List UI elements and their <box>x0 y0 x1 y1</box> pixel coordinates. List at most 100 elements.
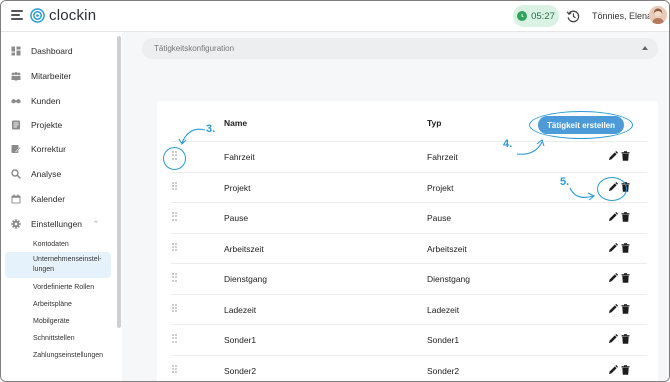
drag-handle-icon[interactable] <box>172 151 177 160</box>
sidebar: Dashboard Mitarbeiter Kunden Projekte Ko… <box>1 32 116 381</box>
sidebar-item-mitarbeiter[interactable]: Mitarbeiter <box>1 65 116 87</box>
table-row[interactable]: Pause Pause <box>171 202 647 232</box>
sub-item-arbeitsplaene[interactable]: Arbeitspläne <box>5 297 111 313</box>
trash-icon[interactable] <box>621 364 630 375</box>
correction-icon <box>11 145 21 153</box>
menu-toggle-icon[interactable] <box>11 10 23 22</box>
trash-icon[interactable] <box>621 151 630 161</box>
drag-handle-icon[interactable] <box>172 303 177 313</box>
sidebar-item-einstellungen[interactable]: Einstellungen ⌃ <box>1 213 116 235</box>
sidebar-item-label: Korrektur <box>31 144 66 154</box>
trash-icon[interactable] <box>621 212 630 222</box>
sidebar-item-label: Einstellungen <box>31 219 83 229</box>
annotation-step-4: 4. <box>503 138 513 150</box>
sub-item-label: Zahlungseinstellungen <box>33 352 104 359</box>
sidebar-item-kunden[interactable]: Kunden <box>1 90 116 112</box>
sidebar-item-label: Kunden <box>31 96 61 106</box>
clock-icon <box>517 11 528 21</box>
cell-name: Dienstgang <box>224 274 268 284</box>
sub-item-kontodaten[interactable]: Kontodaten <box>5 237 111 253</box>
pencil-icon[interactable] <box>608 242 618 253</box>
cell-name: Sonder1 <box>224 335 257 345</box>
pencil-icon[interactable] <box>608 303 618 314</box>
cell-type: Pause <box>427 213 452 223</box>
drag-handle-icon[interactable] <box>172 334 177 343</box>
running-timer[interactable]: 05:27 <box>513 5 559 27</box>
pencil-icon[interactable] <box>608 334 618 344</box>
drag-handle-icon[interactable] <box>172 273 177 282</box>
projects-icon <box>12 120 20 130</box>
table-row[interactable]: Ladezeit Ladezeit <box>171 293 647 324</box>
table-row[interactable]: Dienstgang Dienstgang <box>171 263 647 293</box>
trash-icon[interactable] <box>621 242 630 253</box>
sub-item-mobilgeraete[interactable]: Mobilgeräte <box>5 314 111 330</box>
cell-type: Fahrzeit <box>427 152 458 162</box>
caret-up-icon <box>642 46 648 50</box>
drag-handle-icon[interactable] <box>172 181 177 191</box>
dashboard-icon <box>11 46 21 56</box>
pencil-icon[interactable] <box>608 273 618 283</box>
timer-value: 05:27 <box>531 10 555 22</box>
cell-name: Arbeitszeit <box>224 243 264 254</box>
cell-type: Sonder2 <box>427 365 460 376</box>
sub-item-zahlungseinstellungen[interactable]: Zahlungseinstellungen <box>5 348 111 364</box>
drag-handle-icon[interactable] <box>172 364 177 374</box>
sub-item-label: Vordefinierte Rollen <box>33 284 95 291</box>
sub-item-label: Unternehmenseinstel- lungen <box>33 256 102 273</box>
cell-type: Sonder1 <box>427 335 460 345</box>
sidebar-item-label: Analyse <box>31 169 62 179</box>
sub-item-unternehmenseinstellungen[interactable]: Unternehmenseinstel- lungen <box>5 252 111 278</box>
sidebar-scrollbar[interactable] <box>117 36 121 328</box>
avatar[interactable] <box>649 6 667 24</box>
history-icon[interactable] <box>566 9 580 23</box>
cell-name: Projekt <box>224 182 251 193</box>
config-label: Tätigkeitskonfiguration <box>154 44 235 53</box>
sub-item-label: Mobilgeräte <box>33 318 70 325</box>
handshake-icon <box>11 99 21 104</box>
annotation-step-5: 5. <box>560 176 570 188</box>
sidebar-item-kalender[interactable]: Kalender <box>1 188 116 210</box>
column-header-type[interactable]: Typ <box>427 118 441 128</box>
sub-item-label: Schnittstellen <box>33 335 75 342</box>
activity-config-dropdown[interactable]: Tätigkeitskonfiguration <box>142 38 658 59</box>
analysis-icon <box>11 169 21 179</box>
sidebar-item-dashboard[interactable]: Dashboard <box>1 40 116 62</box>
table-row[interactable]: Fahrzeit Fahrzeit <box>171 141 647 171</box>
trash-icon[interactable] <box>621 303 630 314</box>
calendar-icon <box>11 194 21 204</box>
drag-handle-icon[interactable] <box>172 212 177 221</box>
drag-handle-icon[interactable] <box>172 242 177 252</box>
sidebar-item-projekte[interactable]: Projekte <box>1 114 116 136</box>
gear-icon <box>11 219 21 229</box>
chevron-up-icon[interactable]: ⌃ <box>93 220 99 228</box>
clockin-logo-icon <box>30 8 45 23</box>
sub-item-schnittstellen[interactable]: Schnittstellen <box>5 331 111 347</box>
pencil-icon[interactable] <box>608 181 618 192</box>
sidebar-item-label: Dashboard <box>31 46 73 56</box>
trash-icon[interactable] <box>621 334 630 344</box>
sub-item-vordefinierte-rollen[interactable]: Vordefinierte Rollen <box>5 280 111 296</box>
create-activity-button[interactable]: Tätigkeit erstellen <box>538 116 624 134</box>
pencil-icon[interactable] <box>608 151 618 161</box>
table-row[interactable]: Sonder1 Sonder1 <box>171 324 647 354</box>
pencil-icon[interactable] <box>608 364 618 375</box>
trash-icon[interactable] <box>621 273 630 283</box>
brand-logo[interactable]: clockin <box>30 7 96 24</box>
sub-item-label: Arbeitspläne <box>33 301 72 308</box>
employees-icon <box>11 72 21 81</box>
pencil-icon[interactable] <box>608 212 618 222</box>
sub-item-label: Kontodaten <box>33 241 69 248</box>
column-header-name[interactable]: Name <box>224 118 247 128</box>
cell-type: Dienstgang <box>427 274 471 284</box>
sidebar-item-label: Kalender <box>31 194 66 204</box>
table-row[interactable]: Arbeitszeit Arbeitszeit <box>171 232 647 263</box>
cell-type: Ladezeit <box>427 304 460 315</box>
sidebar-item-analyse[interactable]: Analyse <box>1 163 116 185</box>
trash-icon[interactable] <box>621 181 630 192</box>
cell-name: Ladezeit <box>224 304 257 315</box>
table-row[interactable]: Sonder2 Sonder2 <box>171 354 647 382</box>
table-row[interactable]: Projekt Projekt <box>171 171 647 202</box>
cell-name: Pause <box>224 213 249 223</box>
user-name[interactable]: Tönnies, Elena <box>592 11 652 21</box>
sidebar-item-korrektur[interactable]: Korrektur <box>1 138 116 160</box>
